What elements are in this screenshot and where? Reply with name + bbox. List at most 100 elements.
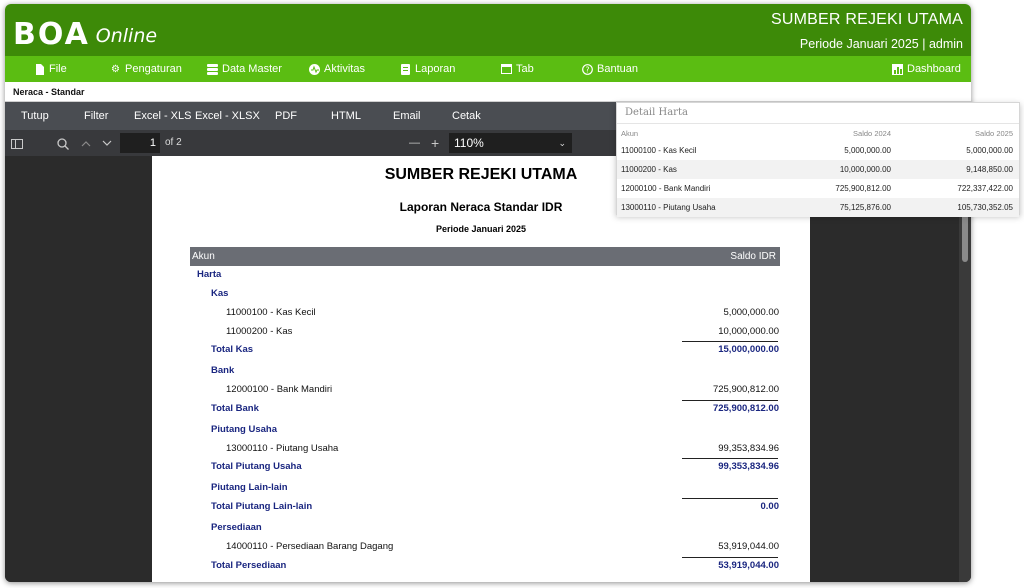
popup-row[interactable]: 12000100 - Bank Mandiri 725,900,812.00 722…: [617, 179, 1019, 198]
page-total: of 2: [165, 137, 182, 148]
popup-cell-saldo-2025: 5,000,000.00: [966, 146, 1013, 155]
menu-data-master[interactable]: Data Master: [207, 56, 282, 82]
app-window: BOA Online SUMBER REJEKI UTAMA Periode J…: [5, 4, 971, 582]
report-account-row[interactable]: 12000100 - Bank Mandiri: [226, 384, 332, 395]
detail-popup: Detail Harta Akun Saldo 2024 Saldo 2025 …: [616, 102, 1020, 217]
report-account-amount: 5,000,000.00: [723, 307, 779, 318]
search-icon[interactable]: [57, 130, 69, 156]
menu-pengaturan-label: Pengaturan: [125, 63, 182, 75]
activity-icon: [309, 63, 320, 75]
report-total-label: Total Bank: [211, 402, 259, 414]
menu-file[interactable]: File: [34, 56, 67, 82]
report-account-row[interactable]: 11000200 - Kas: [226, 326, 292, 337]
popup-cell-saldo-2024: 5,000,000.00: [844, 146, 891, 155]
breadcrumb: Neraca - Standar: [5, 82, 971, 102]
report-total-amount: 0.00: [760, 501, 780, 512]
scrollbar[interactable]: [959, 156, 971, 582]
popup-cell-saldo-2024: 725,900,812.00: [835, 184, 891, 193]
menu-laporan[interactable]: Laporan: [400, 56, 455, 82]
report-group-label[interactable]: Harta: [197, 269, 221, 280]
popup-row[interactable]: 11000100 - Kas Kecil 5,000,000.00 5,000,00…: [617, 141, 1019, 160]
popup-cell-saldo-2025: 9,148,850.00: [966, 165, 1013, 174]
tab-icon: [501, 64, 512, 75]
export-xlsx-button[interactable]: Excel - XLSX: [195, 102, 260, 130]
menu-bantuan[interactable]: ? Bantuan: [582, 56, 638, 82]
report-group-label[interactable]: Piutang Lain-lain: [211, 482, 288, 493]
prev-page-icon[interactable]: [81, 130, 91, 156]
report-table-header: Akun Saldo IDR: [190, 247, 780, 266]
popup-col-saldo-2025: Saldo 2025: [975, 129, 1013, 138]
popup-cell-saldo-2024: 75,125,876.00: [839, 203, 891, 212]
export-xls-button[interactable]: Excel - XLS: [134, 102, 191, 130]
next-page-icon[interactable]: [102, 130, 112, 156]
report-account-row[interactable]: 11000100 - Kas Kecil: [226, 307, 316, 318]
period-user: Periode Januari 2025 | admin: [799, 37, 963, 51]
report-account-row[interactable]: 14000110 - Persediaan Barang Dagang: [226, 541, 393, 552]
app-header: BOA Online SUMBER REJEKI UTAMA Periode J…: [5, 4, 971, 56]
menu-tab[interactable]: Tab: [501, 56, 534, 82]
menu-laporan-label: Laporan: [415, 63, 456, 75]
popup-cell-akun: 11000200 - Kas: [621, 165, 677, 174]
database-icon: [207, 63, 218, 75]
page-number-input[interactable]: [120, 133, 160, 153]
popup-row[interactable]: 11000200 - Kas 10,000,000.00 9,148,850.00: [617, 160, 1019, 179]
email-button[interactable]: Email: [393, 102, 421, 130]
popup-cell-akun: 11000100 - Kas Kecil: [621, 146, 697, 155]
main-menu: File ⚙ Pengaturan Data Master Aktivitas …: [5, 56, 971, 82]
print-button[interactable]: Cetak: [452, 102, 481, 130]
total-rule: [682, 556, 778, 558]
report-account-amount: 53,919,044.00: [718, 541, 779, 552]
gear-icon: ⚙: [111, 63, 120, 75]
zoom-in-button[interactable]: +: [431, 130, 439, 156]
file-icon: [34, 63, 45, 75]
menu-dashboard[interactable]: Dashboard: [892, 56, 961, 82]
pdf-scroll-area[interactable]: SUMBER REJEKI UTAMA Laporan Neraca Stand…: [5, 156, 971, 582]
app-logo[interactable]: BOA Online: [13, 7, 157, 55]
logo-subtitle: Online: [95, 25, 158, 47]
report-total-label: Total Kas: [211, 344, 254, 355]
popup-header-row: Akun Saldo 2024 Saldo 2025: [617, 123, 1019, 141]
chevron-down-icon: ⌄: [558, 138, 566, 148]
menu-pengaturan[interactable]: ⚙ Pengaturan: [110, 56, 182, 82]
menu-aktivitas[interactable]: Aktivitas: [309, 56, 365, 82]
report-total-label: Total Piutang Lain-lain: [211, 501, 313, 512]
filter-button[interactable]: Filter: [84, 102, 108, 130]
popup-cell-saldo-2025: 722,337,422.00: [957, 184, 1013, 193]
zoom-out-button[interactable]: —: [409, 130, 420, 156]
total-rule: [682, 341, 778, 342]
report-total-amount: 53,919,044.00: [718, 559, 779, 571]
popup-title: Detail Harta: [625, 107, 688, 118]
report-account-row[interactable]: 13000110 - Piutang Usaha: [226, 443, 338, 454]
total-rule: [682, 458, 778, 459]
popup-row[interactable]: 13000110 - Piutang Usaha 75,125,876.00 105…: [617, 198, 1019, 217]
menu-data-master-label: Data Master: [222, 63, 282, 75]
column-saldo: Saldo IDR: [730, 251, 776, 262]
report-group-label[interactable]: Piutang Usaha: [211, 424, 277, 435]
zoom-value: 110%: [454, 136, 484, 150]
report-group-label[interactable]: Bank: [211, 365, 234, 376]
dashboard-icon: [892, 63, 903, 75]
menu-bantuan-label: Bantuan: [597, 63, 638, 75]
column-akun: Akun: [192, 251, 215, 262]
popup-cell-akun: 13000110 - Piutang Usaha: [621, 203, 716, 212]
menu-aktivitas-label: Aktivitas: [324, 63, 365, 75]
total-rule: [682, 399, 778, 401]
close-button[interactable]: Tutup: [21, 102, 49, 130]
export-html-button[interactable]: HTML: [331, 102, 361, 130]
pdf-page: SUMBER REJEKI UTAMA Laporan Neraca Stand…: [152, 156, 810, 582]
help-icon: ?: [582, 63, 593, 75]
popup-cell-akun: 12000100 - Bank Mandiri: [621, 184, 711, 193]
report-group-label[interactable]: Kas: [211, 288, 228, 299]
menu-file-label: File: [49, 63, 67, 75]
export-pdf-button[interactable]: PDF: [275, 102, 297, 130]
report-account-amount: 725,900,812.00: [712, 384, 779, 395]
report-total-label: Total Piutang Usaha: [211, 461, 302, 472]
report-total-amount: 99,353,834.96: [718, 461, 779, 472]
logo-mark: BOA: [13, 17, 90, 52]
report-group-label[interactable]: Persediaan: [211, 522, 262, 533]
menu-tab-label: Tab: [516, 63, 534, 75]
total-rule: [682, 498, 778, 499]
svg-text:?: ?: [586, 65, 590, 74]
zoom-select[interactable]: 110% ⌄: [449, 133, 572, 153]
sidebar-toggle-icon[interactable]: [11, 130, 23, 156]
